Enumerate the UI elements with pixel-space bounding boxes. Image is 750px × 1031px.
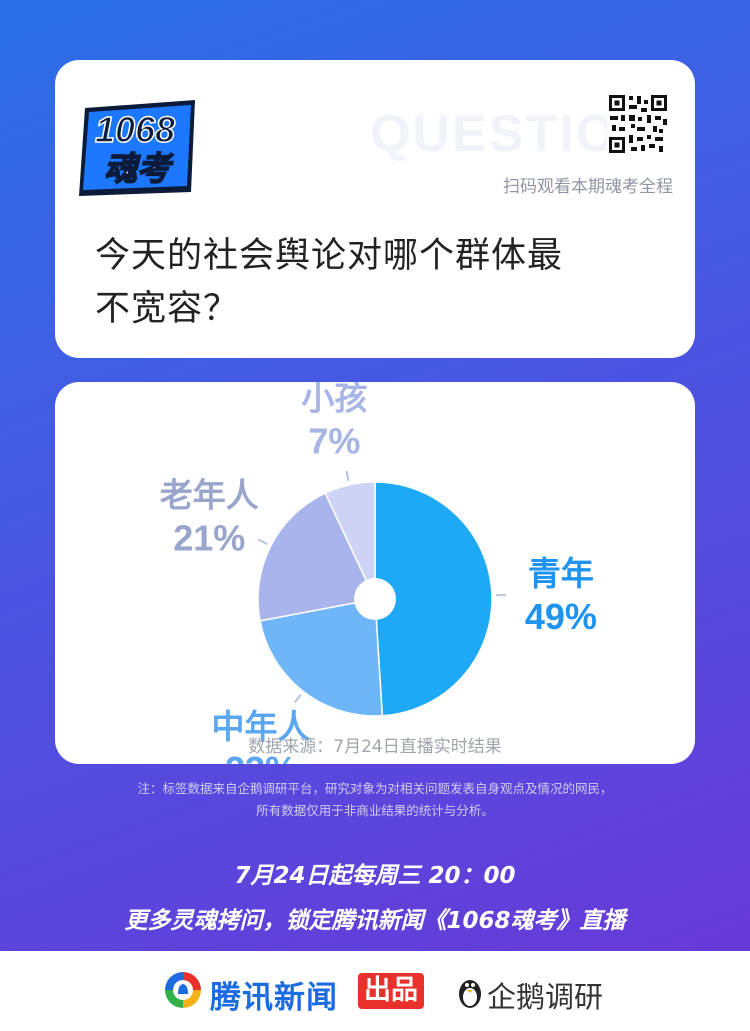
leader-line-2: [257, 538, 268, 545]
slice-value-3: 7%: [308, 420, 360, 461]
qr-code-icon[interactable]: [607, 93, 669, 155]
leader-line-3: [345, 470, 350, 482]
note-line-1: 注：标签数据来自企鹅调研平台，研究对象为对相关问题发表自身观点及情况的网民，: [137, 781, 613, 796]
slice-label-2: 老年人: [160, 476, 259, 515]
note-line-2: 所有数据仅用于非商业结果的统计与分析。: [256, 803, 494, 818]
penguin-research-text: 企鹅调研: [487, 980, 604, 1014]
logo-number: 1068: [95, 109, 175, 150]
leader-line-1: [293, 693, 302, 704]
tencent-news-logo-icon: [165, 972, 201, 1008]
penguin-icon: [459, 980, 481, 1008]
question-line-2: 不宽容？: [95, 289, 240, 329]
slice-value-2: 21%: [173, 518, 245, 559]
produced-badge: 出品: [358, 973, 424, 1009]
slice-label-0: 青年: [528, 554, 594, 593]
slice-value-0: 49%: [525, 596, 597, 637]
scan-hint-text: 扫码观看本期魂考全程: [503, 177, 673, 197]
question-line-1: 今天的社会舆论对哪个群体最: [95, 236, 564, 276]
tencent-news-text: 腾讯新闻: [210, 980, 338, 1016]
donut-hole: [354, 578, 396, 620]
data-source-text: 数据来源：7月24日直播实时结果: [248, 737, 502, 757]
question-text: 今天的社会舆论对哪个群体最 不宽容？: [95, 230, 675, 336]
logo-name: 魂考: [104, 149, 174, 188]
show-logo: 1068 魂考: [79, 100, 195, 196]
pie-chart: 青年49%中年人23%老年人21%小孩7%: [160, 382, 597, 764]
schedule-text: 7月24日起每周三 20：00: [234, 863, 516, 889]
question-card: 1068 魂考 QUESTION 扫码观看本期魂考全程 今天的社会舆论对哪个群体…: [55, 60, 695, 358]
chart-card: 青年49%中年人23%老年人21%小孩7% 数据来源：7月24日直播实时结果: [55, 382, 695, 764]
promo-text: 更多灵魂拷问，锁定腾讯新闻《1068魂考》直播: [124, 908, 626, 934]
slice-label-3: 小孩: [301, 382, 367, 417]
